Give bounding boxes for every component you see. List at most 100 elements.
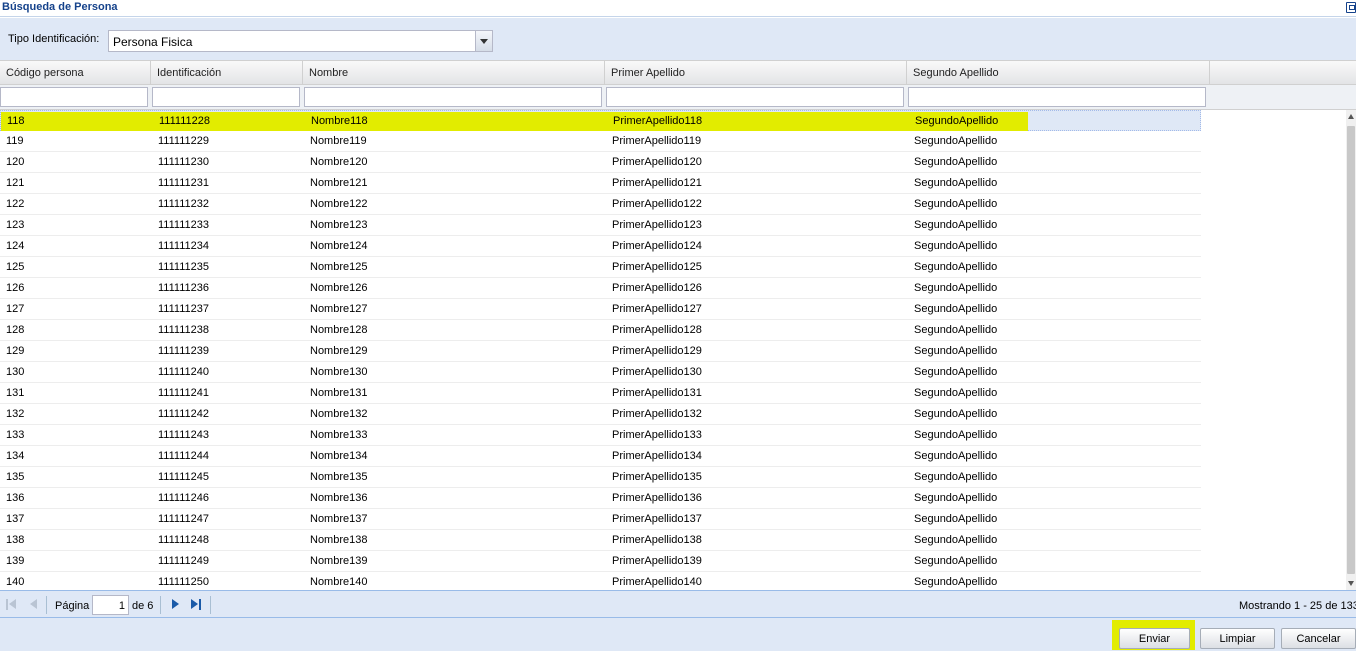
filter-nombre-input[interactable]	[304, 87, 602, 107]
cell-primer-apellido: PrimerApellido138	[612, 534, 702, 546]
cell-nombre: Nombre127	[310, 303, 368, 315]
cell-identificacion: 111111241	[158, 387, 209, 399]
tipo-identificacion-label: Tipo Identificación:	[8, 33, 100, 45]
column-header-primer-apellido[interactable]: Primer Apellido	[605, 61, 907, 85]
cell-nombre: Nombre125	[310, 261, 368, 273]
last-page-icon[interactable]	[190, 599, 202, 611]
cell-identificacion: 111111236	[158, 282, 209, 294]
table-row[interactable]: 123 111111233 Nombre123 PrimerApellido123 Se…	[0, 215, 1201, 236]
table-row[interactable]: 135 111111245 Nombre135 PrimerApellido135 Se…	[0, 467, 1201, 488]
grid-body: 118 111111228 Nombre118 PrimerApellido118 Se…	[0, 110, 1346, 590]
cell-nombre: Nombre123	[310, 219, 368, 231]
next-page-icon[interactable]	[170, 599, 182, 611]
page-label: Página	[55, 600, 90, 612]
prev-page-icon[interactable]	[28, 599, 40, 611]
column-header-nombre[interactable]: Nombre	[303, 61, 605, 85]
cell-primer-apellido: PrimerApellido132	[612, 408, 702, 420]
table-row[interactable]: 133 111111243 Nombre133 PrimerApellido133 Se…	[0, 425, 1201, 446]
column-header-identificacion[interactable]: Identificación	[151, 61, 303, 85]
cell-codigo: 128	[6, 324, 25, 336]
table-row[interactable]: 130 111111240 Nombre130 PrimerApellido130 Se…	[0, 362, 1201, 383]
restore-icon[interactable]	[1346, 2, 1356, 13]
scroll-thumb[interactable]	[1347, 126, 1355, 574]
dropdown-arrow-icon[interactable]	[475, 31, 492, 51]
cell-segundo-apellido: SegundoApellido	[914, 429, 998, 441]
cell-nombre: Nombre121	[310, 177, 368, 189]
filter-primer-apellido-input[interactable]	[606, 87, 904, 107]
column-header-codigo[interactable]: Código persona	[0, 61, 151, 85]
filter-segundo-apellido-input[interactable]	[908, 87, 1206, 107]
table-row[interactable]: 140 111111250 Nombre140 PrimerApellido140 Se…	[0, 572, 1201, 590]
table-row[interactable]: 137 111111247 Nombre137 PrimerApellido137 Se…	[0, 509, 1201, 530]
cell-segundo-apellido: SegundoApellido	[914, 408, 998, 420]
cell-codigo: 127	[6, 303, 25, 315]
cell-codigo: 120	[6, 156, 25, 168]
cell-primer-apellido: PrimerApellido121	[612, 177, 702, 189]
cell-nombre: Nombre137	[310, 513, 368, 525]
send-button[interactable]: Enviar	[1119, 628, 1190, 649]
cell-segundo-apellido: SegundoApellido	[914, 156, 998, 168]
filter-codigo-input[interactable]	[0, 87, 148, 107]
cell-nombre: Nombre129	[310, 345, 368, 357]
table-row[interactable]: 129 111111239 Nombre129 PrimerApellido129 Se…	[0, 341, 1201, 362]
clear-button[interactable]: Limpiar	[1200, 628, 1275, 649]
cell-nombre: Nombre122	[310, 198, 368, 210]
cell-primer-apellido: PrimerApellido124	[612, 240, 702, 252]
cell-identificacion: 111111228	[159, 115, 210, 127]
table-row[interactable]: 125 111111235 Nombre125 PrimerApellido125 Se…	[0, 257, 1201, 278]
table-row[interactable]: 131 111111241 Nombre131 PrimerApellido131 Se…	[0, 383, 1201, 404]
table-row[interactable]: 122 111111232 Nombre122 PrimerApellido122 Se…	[0, 194, 1201, 215]
column-header-segundo-apellido[interactable]: Segundo Apellido	[907, 61, 1210, 85]
cell-segundo-apellido: SegundoApellido	[914, 303, 998, 315]
cell-nombre: Nombre131	[310, 387, 368, 399]
cell-segundo-apellido: SegundoApellido	[914, 261, 998, 273]
first-page-icon[interactable]	[6, 599, 18, 611]
window-title: Búsqueda de Persona	[2, 1, 118, 13]
toolbar-separator	[46, 596, 47, 614]
table-row[interactable]: 134 111111244 Nombre134 PrimerApellido134 Se…	[0, 446, 1201, 467]
cell-identificacion: 111111243	[158, 429, 209, 441]
cell-identificacion: 111111244	[158, 450, 209, 462]
cancel-button[interactable]: Cancelar	[1281, 628, 1356, 649]
cell-identificacion: 111111242	[158, 408, 209, 420]
scroll-up-icon[interactable]	[1348, 114, 1354, 119]
table-row[interactable]: 126 111111236 Nombre126 PrimerApellido126 Se…	[0, 278, 1201, 299]
cell-identificacion: 111111230	[158, 156, 209, 168]
cell-nombre: Nombre124	[310, 240, 368, 252]
cell-identificacion: 111111235	[158, 261, 209, 273]
cell-primer-apellido: PrimerApellido129	[612, 345, 702, 357]
cell-primer-apellido: PrimerApellido139	[612, 555, 702, 567]
cell-identificacion: 111111247	[158, 513, 209, 525]
table-row[interactable]: 136 111111246 Nombre136 PrimerApellido136 Se…	[0, 488, 1201, 509]
cell-primer-apellido: PrimerApellido118	[613, 115, 703, 127]
cell-nombre: Nombre128	[310, 324, 368, 336]
cell-identificacion: 111111229	[158, 135, 209, 147]
table-row[interactable]: 120 111111230 Nombre120 PrimerApellido120 Se…	[0, 152, 1201, 173]
cell-nombre: Nombre136	[310, 492, 368, 504]
cell-codigo: 131	[6, 387, 25, 399]
cell-segundo-apellido: SegundoApellido	[914, 135, 998, 147]
table-row[interactable]: 128 111111238 Nombre128 PrimerApellido128 Se…	[0, 320, 1201, 341]
cell-segundo-apellido: SegundoApellido	[914, 177, 998, 189]
table-row[interactable]: 121 111111231 Nombre121 PrimerApellido121 Se…	[0, 173, 1201, 194]
send-button-highlight: Enviar	[1112, 620, 1195, 650]
table-row[interactable]: 138 111111248 Nombre138 PrimerApellido138 Se…	[0, 530, 1201, 551]
cell-segundo-apellido: SegundoApellido	[914, 219, 998, 231]
page-number-input[interactable]: 1	[92, 595, 129, 615]
cell-codigo: 126	[6, 282, 25, 294]
table-row[interactable]: 132 111111242 Nombre132 PrimerApellido132 Se…	[0, 404, 1201, 425]
toolbar-separator	[210, 596, 211, 614]
cell-primer-apellido: PrimerApellido131	[612, 387, 702, 399]
tipo-identificacion-select[interactable]: Persona Fisica	[108, 30, 493, 52]
table-row[interactable]: 119 111111229 Nombre119 PrimerApellido119 Se…	[0, 131, 1201, 152]
filter-identificacion-input[interactable]	[152, 87, 300, 107]
vertical-scrollbar[interactable]	[1346, 110, 1356, 590]
table-row[interactable]: 118 111111228 Nombre118 PrimerApellido118 Se…	[0, 110, 1201, 131]
dialog-footer: Enviar Limpiar Cancelar	[0, 618, 1356, 651]
cell-codigo: 122	[6, 198, 25, 210]
table-row[interactable]: 139 111111249 Nombre139 PrimerApellido139 Se…	[0, 551, 1201, 572]
cell-codigo: 119	[6, 135, 24, 147]
table-row[interactable]: 124 111111234 Nombre124 PrimerApellido124 Se…	[0, 236, 1201, 257]
table-row[interactable]: 127 111111237 Nombre127 PrimerApellido127 Se…	[0, 299, 1201, 320]
scroll-down-icon[interactable]	[1348, 581, 1354, 586]
